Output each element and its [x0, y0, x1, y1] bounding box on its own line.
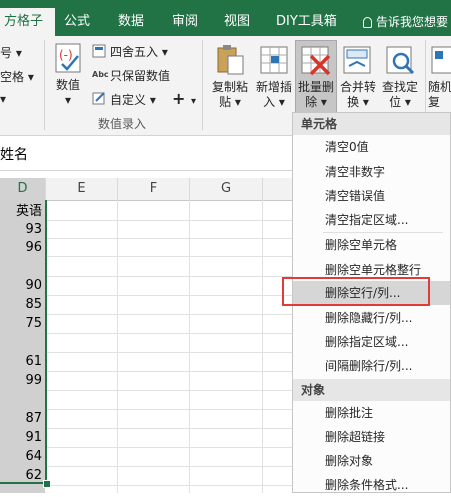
- group-label-numeric-entry: 数值录入: [98, 117, 147, 131]
- menu-item-delete-hidden-rows-cols[interactable]: 删除隐藏行/列...: [293, 306, 450, 330]
- menu-section-cells: 单元格: [293, 113, 450, 135]
- add-insert-icon: [260, 46, 288, 74]
- partial-button-2[interactable]: 空格 ▾: [0, 68, 34, 85]
- copy-paste-label-1: 复制粘: [211, 80, 248, 94]
- menu-item-delete-objects[interactable]: 删除对象: [293, 449, 450, 473]
- column-gridline: [262, 200, 263, 493]
- batch-delete-label-2: 除 ▾: [305, 95, 327, 109]
- menu-item-interval-delete[interactable]: 间隔删除行/列...: [293, 354, 450, 378]
- numeric-button[interactable]: 数值 ▾: [50, 78, 86, 108]
- highlight-annotation-box: [282, 277, 430, 306]
- menu-item-delete-conditional-format[interactable]: 删除条件格式...: [293, 473, 450, 497]
- custom-button[interactable]: 自定义 ▾: [110, 91, 156, 108]
- menu-item-delete-comments[interactable]: 删除批注: [293, 401, 450, 425]
- column-header-e[interactable]: E: [46, 178, 118, 201]
- ribbon-tab-bar: 方格子 公式 数据 审阅 视图 DIY工具箱 告诉我您想要: [0, 8, 451, 36]
- tab-diy-toolbox[interactable]: DIY工具箱: [276, 8, 337, 36]
- menu-item-delete-range[interactable]: 删除指定区域...: [293, 330, 450, 354]
- tab-review[interactable]: 审阅: [172, 8, 198, 36]
- group-separator: [202, 40, 203, 130]
- menu-section-objects: 对象: [293, 379, 450, 401]
- round-button-label: 四舍五入: [110, 45, 159, 59]
- batch-delete-button[interactable]: 批量删 除 ▾: [295, 80, 337, 110]
- menu-item-clear-error[interactable]: 清空错误值: [293, 184, 450, 208]
- menu-item-clear-non-number[interactable]: 清空非数字: [293, 160, 450, 184]
- numeric-button-label: 数值: [55, 78, 80, 92]
- find-locate-button[interactable]: 查找定 位 ▾: [378, 80, 422, 110]
- add-insert-label-2: 入 ▾: [263, 95, 285, 109]
- copy-paste-button[interactable]: 复制粘 贴 ▾: [208, 80, 252, 110]
- custom-button-label: 自定义: [110, 93, 147, 107]
- tab-formulas[interactable]: 公式: [64, 8, 90, 36]
- tab-fanggezi[interactable]: 方格子: [0, 8, 55, 36]
- plus-button[interactable]: + ▾: [172, 89, 196, 108]
- batch-delete-label-1: 批量删: [297, 80, 334, 94]
- menu-item-clear-zero[interactable]: 清空0值: [293, 135, 450, 159]
- menu-item-delete-empty-cells[interactable]: 删除空单元格: [293, 233, 450, 257]
- cell-d[interactable]: 62: [0, 464, 46, 488]
- svg-text:(-): (-): [59, 48, 73, 62]
- title-bar: [0, 0, 451, 8]
- formula-content[interactable]: 姓名: [0, 144, 28, 164]
- find-locate-icon: [386, 46, 415, 75]
- numeric-dropdown-arrow: ▾: [64, 93, 72, 107]
- plus-icon: +: [172, 89, 186, 108]
- column-gridline: [189, 200, 190, 493]
- find-locate-label-2: 位 ▾: [389, 95, 411, 109]
- group-separator: [44, 40, 45, 130]
- round-icon: [92, 44, 106, 58]
- random-button[interactable]: 随机 复: [428, 80, 451, 110]
- merge-convert-label-2: 换 ▾: [347, 95, 369, 109]
- abc-icon: Abc: [92, 70, 109, 79]
- add-insert-button[interactable]: 新增插 入 ▾: [252, 80, 296, 110]
- tell-me-box[interactable]: 告诉我您想要: [363, 8, 448, 36]
- tab-data[interactable]: 数据: [118, 8, 144, 36]
- merge-convert-label-1: 合并转: [339, 80, 376, 94]
- copy-paste-label-2: 贴 ▾: [219, 95, 241, 109]
- numeric-icon: (-): [55, 43, 81, 73]
- find-locate-label-1: 查找定: [381, 80, 418, 94]
- add-insert-label-1: 新增插: [255, 80, 292, 94]
- random-icon: [431, 46, 451, 74]
- random-label-1: 随机: [428, 80, 451, 94]
- copy-paste-icon: [217, 45, 244, 75]
- random-label-2: 复: [428, 95, 441, 109]
- merge-convert-icon: [343, 46, 371, 74]
- tell-me-text: 告诉我您想要: [376, 15, 449, 29]
- round-button[interactable]: 四舍五入 ▾: [110, 43, 168, 60]
- keep-value-button[interactable]: 只保留数值: [110, 67, 170, 84]
- menu-item-clear-range[interactable]: 清空指定区域...: [293, 208, 450, 232]
- menu-item-delete-hyperlinks[interactable]: 删除超链接: [293, 425, 450, 449]
- column-header-f[interactable]: F: [118, 178, 190, 201]
- lightbulb-icon: [363, 17, 372, 28]
- tab-view[interactable]: 视图: [224, 8, 250, 36]
- custom-edit-icon: [92, 92, 105, 105]
- column-header-d[interactable]: D: [0, 178, 46, 202]
- column-gridline: [117, 200, 118, 493]
- batch-delete-icon: [301, 46, 331, 76]
- merge-convert-button[interactable]: 合并转 换 ▾: [336, 80, 380, 110]
- partial-button-3[interactable]: ▾: [0, 92, 6, 106]
- column-header-g[interactable]: G: [190, 178, 263, 201]
- partial-button-1[interactable]: 号 ▾: [0, 44, 22, 61]
